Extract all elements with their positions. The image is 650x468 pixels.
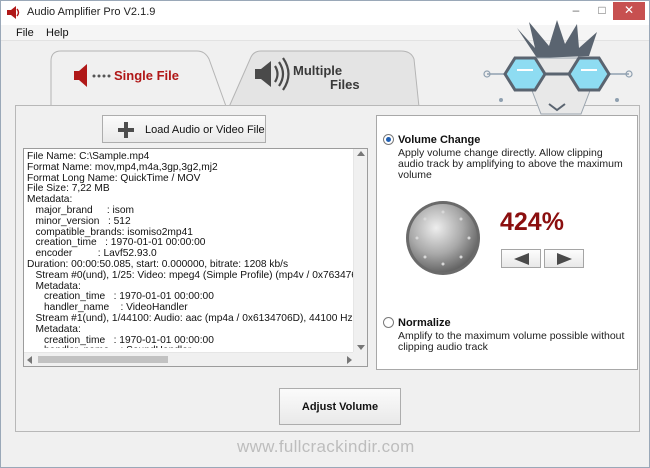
file-info-line: Metadata: (27, 323, 81, 335)
decrease-volume-button[interactable] (501, 249, 541, 268)
plus-icon (118, 122, 134, 138)
increase-volume-button[interactable] (544, 249, 584, 268)
horizontal-scrollbar[interactable] (24, 352, 355, 366)
volume-change-radio[interactable] (383, 134, 394, 145)
tab-single-file-label: Single File (114, 68, 180, 83)
normalize-title[interactable]: Normalize (398, 317, 451, 329)
menu-file[interactable]: File (16, 27, 34, 39)
window-title: Audio Amplifier Pro V2.1.9 (27, 6, 156, 18)
vertical-scrollbar[interactable] (353, 149, 367, 353)
scroll-down-icon[interactable] (357, 345, 365, 350)
file-info-line: minor_version : 512 (27, 215, 131, 227)
arrow-left-icon (514, 253, 529, 265)
watermark-text: www.fullcrackindir.com (237, 437, 415, 456)
app-window: Audio Amplifier Pro V2.1.9 – □ ✕ File He… (0, 0, 650, 468)
file-info-line: handler_name : SoundHandler (27, 346, 357, 348)
mascot-logo-icon (483, 20, 633, 115)
scroll-right-icon[interactable] (347, 356, 352, 364)
tab-multiple-files-label-line2: Files (330, 77, 360, 92)
load-file-button[interactable]: Load Audio or Video File (102, 115, 266, 143)
app-icon (7, 6, 20, 19)
horizontal-scroll-thumb[interactable] (38, 356, 168, 363)
normalize-radio[interactable] (383, 317, 394, 328)
tab-multiple-files[interactable] (221, 49, 421, 109)
file-info-line: Format Name: mov,mp4,m4a,3gp,3g2,mj2 (27, 161, 218, 173)
load-file-label: Load Audio or Video File (145, 124, 265, 136)
file-info-line: Stream #0(und), 1/25: Video: mpeg4 (Simp… (27, 269, 357, 281)
scroll-left-icon[interactable] (27, 356, 32, 364)
file-info-line: File Size: 7,22 MB (27, 183, 110, 195)
menu-help[interactable]: Help (46, 27, 69, 39)
scroll-corner (353, 352, 367, 366)
volume-change-title[interactable]: Volume Change (398, 134, 480, 146)
volume-percent-readout: 424% (500, 208, 564, 236)
file-info-text: File Name: C:\Sample.mp4 Format Name: mov… (27, 152, 357, 348)
adjust-volume-button[interactable]: Adjust Volume (279, 388, 401, 425)
volume-knob[interactable] (405, 200, 481, 276)
normalize-description: Amplify to the maximum volume possible w… (398, 330, 625, 353)
scroll-up-icon[interactable] (357, 151, 365, 156)
file-info-textbox[interactable]: File Name: C:\Sample.mp4 Format Name: mov… (23, 148, 368, 367)
volume-change-description: Apply volume change directly. Allow clip… (398, 147, 623, 181)
arrow-right-icon (557, 253, 572, 265)
adjust-volume-label: Adjust Volume (301, 401, 379, 413)
volume-change-radio-dot (386, 137, 391, 142)
tab-multiple-files-label-line1: Multiple (293, 63, 343, 78)
